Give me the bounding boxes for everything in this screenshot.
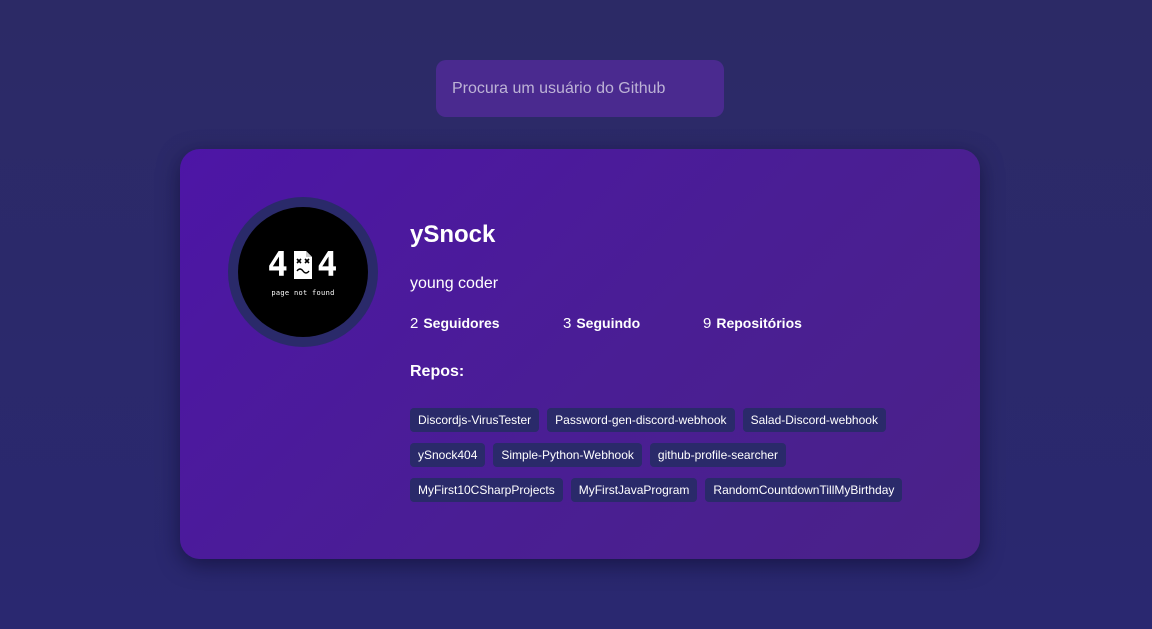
avatar-digit-left: 4 (267, 244, 289, 285)
profile-info: ySnock young coder 2 Seguidores 3 Seguin… (410, 221, 950, 513)
repo-tag[interactable]: MyFirst10CSharpProjects (410, 478, 563, 502)
repos-count: 9 (703, 315, 712, 332)
avatar: 4 4 page not found (238, 207, 368, 337)
search-box (436, 60, 724, 117)
followers-label: Seguidores (423, 315, 500, 331)
stat-followers: 2 Seguidores (410, 313, 563, 334)
repo-tag[interactable]: Salad-Discord-webhook (742, 408, 886, 432)
repo-tag[interactable]: RandomCountdownTillMyBirthday (705, 478, 903, 502)
followers-count: 2 (410, 315, 419, 332)
avatar-ring: 4 4 page not found (228, 197, 378, 347)
repo-tag[interactable]: Simple-Python-Webhook (493, 443, 642, 467)
following-count: 3 (563, 315, 572, 332)
repo-tag[interactable]: ySnock404 (410, 443, 486, 467)
page: 4 4 page not found ySnock young coder 2 (0, 0, 1152, 629)
repo-tag[interactable]: MyFirstJavaProgram (570, 478, 698, 502)
avatar-digit-right: 4 (317, 244, 339, 285)
stat-repos: 9 Repositórios (703, 313, 802, 334)
profile-card: 4 4 page not found ySnock young coder 2 (180, 149, 980, 559)
profile-name: ySnock (410, 221, 496, 248)
repo-tag[interactable]: github-profile-searcher (649, 443, 786, 467)
following-label: Seguindo (576, 315, 641, 331)
stat-following: 3 Seguindo (563, 313, 703, 334)
profile-bio: young coder (410, 275, 499, 292)
avatar-caption: page not found (271, 288, 335, 297)
repos-label: Repositórios (716, 315, 802, 331)
avatar-logo: 4 4 (268, 248, 339, 282)
search-input[interactable] (452, 60, 724, 117)
broken-page-icon (294, 250, 312, 279)
profile-stats: 2 Seguidores 3 Seguindo 9 Repositórios (410, 313, 950, 334)
repo-tag[interactable]: Discordjs-VirusTester (410, 408, 540, 432)
repo-tag[interactable]: Password-gen-discord-webhook (547, 408, 735, 432)
repo-list: Discordjs-VirusTester Password-gen-disco… (410, 408, 950, 513)
repos-title: Repos: (410, 363, 465, 380)
